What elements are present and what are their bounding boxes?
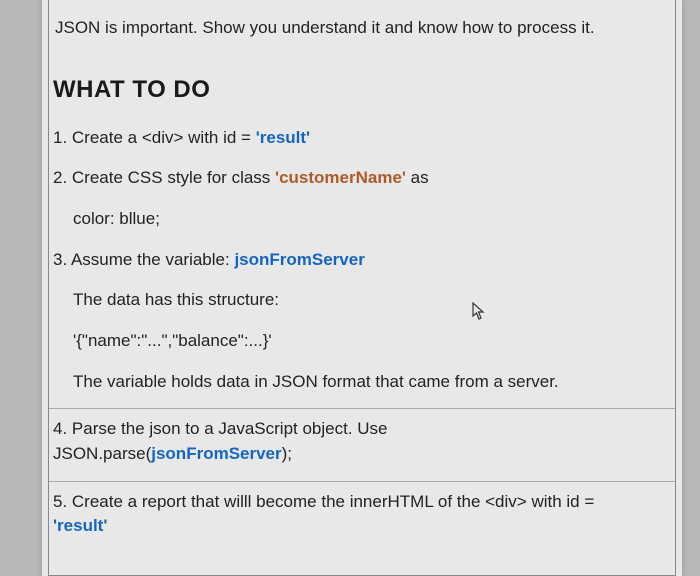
step-3: 3. Assume the variable: jsonFromServer — [49, 240, 675, 281]
step-2: 2. Create CSS style for class 'customerN… — [49, 158, 675, 199]
step-1-highlight: 'result' — [256, 128, 310, 147]
step-3-sub3: The variable holds data in JSON format t… — [49, 362, 675, 403]
step-2-highlight: 'customerName' — [275, 168, 406, 187]
step-1-text: 1. Create a <div> with id = — [53, 128, 256, 147]
document-page: JSON is important. Show you understand i… — [42, 0, 682, 576]
step-2-post: as — [406, 168, 429, 187]
step-3-sub1: The data has this structure: — [49, 280, 675, 321]
content-box: JSON is important. Show you understand i… — [48, 0, 676, 576]
step-4-post: ); — [282, 444, 292, 463]
step-4-pre: JSON.parse( — [53, 444, 151, 463]
step-2-text: 2. Create CSS style for class — [53, 168, 275, 187]
section-heading: WHAT TO DO — [49, 64, 675, 118]
step-3-text: 3. Assume the variable: — [53, 250, 234, 269]
step-4-line1: 4. Parse the json to a JavaScript object… — [49, 409, 675, 442]
step-5-highlight: 'result' — [53, 516, 107, 535]
step-2-sub: color: bllue; — [49, 199, 675, 240]
step-5: 5. Create a report that willl become the… — [49, 482, 675, 547]
step-4-line2: JSON.parse(jsonFromServer); — [49, 442, 675, 475]
step-3-highlight: jsonFromServer — [234, 250, 364, 269]
step-1: 1. Create a <div> with id = 'result' — [49, 118, 675, 159]
step-5-text: 5. Create a report that willl become the… — [53, 492, 594, 511]
intro-text: JSON is important. Show you understand i… — [49, 0, 675, 64]
step-3-sub2: '{"name":"...","balance":...}' — [49, 321, 675, 362]
step-4-highlight: jsonFromServer — [151, 444, 281, 463]
